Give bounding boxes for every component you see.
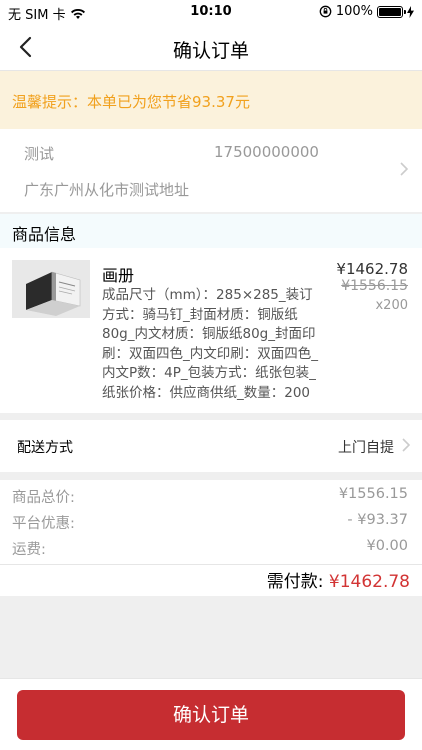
orientation-lock-icon: [319, 5, 332, 18]
price-summary: 商品总价: ¥1556.15 平台优惠: - ¥93.37 运费: ¥0.00 …: [0, 480, 422, 596]
confirm-order-button[interactable]: 确认订单: [17, 690, 405, 740]
battery-percent: 100%: [335, 4, 373, 19]
goods-section-title: 商品信息: [12, 225, 77, 244]
goods-section-header: 商品信息: [0, 214, 422, 248]
goods-total-value: ¥1556.15: [338, 486, 408, 502]
page-title: 确认订单: [172, 40, 249, 62]
charging-bolt-icon: [407, 5, 414, 18]
goods-total-label: 商品总价:: [12, 490, 75, 506]
amount-due-label: 需付款:: [266, 572, 324, 592]
recipient-name: 测试: [24, 145, 55, 163]
brochure-image: [12, 260, 90, 318]
delivery-method-row[interactable]: 配送方式 上门自提: [0, 420, 422, 472]
chevron-right-icon: [400, 162, 409, 176]
bottom-bar: 确认订单: [0, 678, 422, 750]
shipping-row: 运费: ¥0.00: [12, 538, 408, 558]
product-name: 画册: [102, 266, 135, 285]
delivery-method-label: 配送方式: [17, 440, 73, 456]
amount-due-row: 需付款: ¥1462.78: [267, 567, 410, 592]
product-quantity: x200: [375, 298, 408, 313]
chevron-right-icon: [402, 438, 411, 452]
delivery-method-value: 上门自提: [338, 440, 394, 456]
product-thumbnail: [12, 260, 90, 318]
discount-label: 平台优惠:: [12, 516, 75, 532]
product-original-price: ¥1556.15: [341, 278, 408, 294]
saving-tip-banner: 温馨提示：本单已为您节省93.37元: [0, 71, 422, 129]
shipping-label: 运费:: [12, 542, 46, 558]
product-price: ¥1462.78: [336, 260, 408, 278]
saving-tip-text: 温馨提示：本单已为您节省93.37元: [12, 93, 250, 111]
discount-value: - ¥93.37: [347, 512, 408, 528]
address-detail: 广东广州从化市测试地址: [24, 181, 190, 199]
goods-total-row: 商品总价: ¥1556.15: [12, 486, 408, 506]
status-right: 100%: [319, 4, 414, 19]
battery-fill: [379, 7, 401, 16]
goods-item: 画册 成品尺寸（mm）：285×285_装订方式：骑马钉_封面材质：铜版纸80g…: [0, 248, 422, 413]
discount-row: 平台优惠: - ¥93.37: [12, 512, 408, 532]
recipient-phone: 17500000000: [214, 143, 319, 161]
shipping-value: ¥0.00: [366, 538, 408, 554]
nav-bar: 确认订单: [0, 24, 422, 71]
product-specs: 成品尺寸（mm）：285×285_装订方式：骑马钉_封面材质：铜版纸80g_内文…: [102, 287, 318, 401]
battery-icon: [377, 5, 406, 18]
divider: [0, 564, 422, 565]
status-bar: 无 SIM 卡 10:10 100%: [0, 0, 422, 24]
address-card[interactable]: 测试 17500000000 广东广州从化市测试地址: [0, 129, 422, 212]
amount-due-value: ¥1462.78: [328, 572, 410, 592]
